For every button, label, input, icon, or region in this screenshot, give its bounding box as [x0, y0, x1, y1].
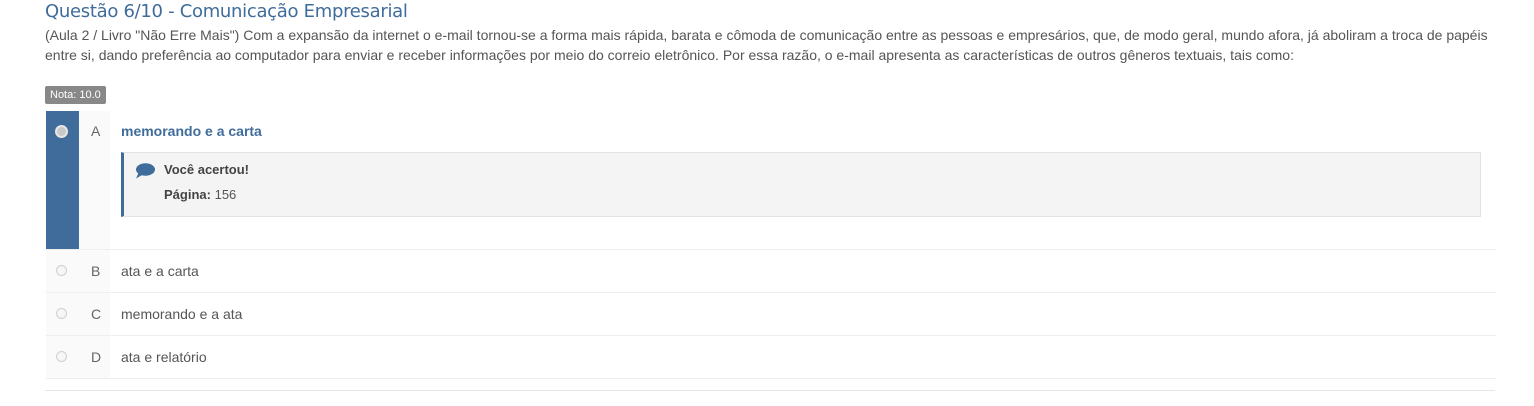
option-d-radio[interactable] — [56, 351, 67, 362]
option-a-selector[interactable] — [46, 111, 79, 249]
option-d-letter: D — [91, 349, 102, 365]
option-c-radio[interactable] — [56, 308, 67, 319]
option-c-text[interactable]: memorando e a ata — [121, 306, 242, 322]
bottom-divider — [45, 390, 1495, 391]
question-text: (Aula 2 / Livro "Não Erre Mais") Com a e… — [45, 27, 1488, 63]
option-d-selector[interactable] — [46, 336, 79, 378]
option-a-radio[interactable] — [55, 125, 68, 138]
option-d-text[interactable]: ata e relatório — [121, 349, 207, 365]
option-d[interactable]: D ata e relatório — [46, 336, 1496, 379]
option-b-text[interactable]: ata e a carta — [121, 263, 199, 279]
option-b-letter: B — [91, 263, 101, 279]
feedback-box: Você acertou! Página: 156 — [121, 152, 1481, 217]
option-b[interactable]: B ata e a carta — [46, 250, 1496, 293]
option-b-radio[interactable] — [56, 265, 67, 276]
question-title: Questão 6/10 - Comunicação Empresarial — [45, 1, 408, 22]
option-c-selector[interactable] — [46, 293, 79, 335]
option-c-letter: C — [91, 306, 102, 322]
option-c[interactable]: C memorando e a ata — [46, 293, 1496, 336]
comment-icon — [136, 163, 155, 179]
feedback-page: Página: 156 — [164, 187, 236, 202]
option-b-selector[interactable] — [46, 250, 79, 292]
option-a[interactable]: A memorando e a carta Você acertou! Pági… — [46, 111, 1496, 250]
feedback-page-label: Página: — [164, 187, 211, 202]
feedback-page-value: 156 — [214, 187, 237, 202]
answer-options: A memorando e a carta Você acertou! Pági… — [46, 111, 1496, 379]
option-a-letter: A — [91, 123, 101, 139]
option-a-text[interactable]: memorando e a carta — [121, 123, 262, 139]
feedback-title: Você acertou! — [164, 162, 250, 177]
grade-badge: Nota: 10.0 — [45, 86, 106, 104]
